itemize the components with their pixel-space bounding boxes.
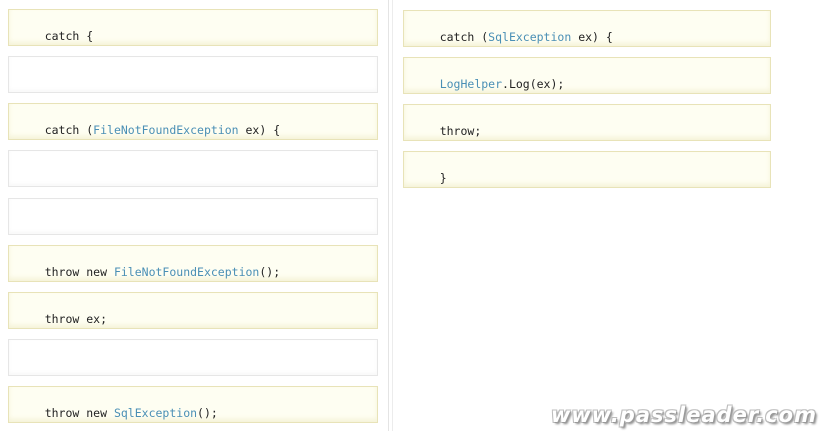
code-token: FileNotFoundException (93, 123, 239, 137)
code-token: catch ( (439, 30, 489, 44)
code-token: (); (197, 406, 218, 420)
answer-slot-2[interactable]: LogHelper.Log(ex); (403, 57, 771, 94)
answer-slot-4[interactable]: } (403, 151, 771, 188)
code-token: .Log(ex); (502, 77, 565, 91)
code-token: throw new (44, 265, 114, 279)
code-token: LogHelper (439, 77, 503, 91)
code-fragment-2[interactable] (8, 56, 378, 93)
code-token: catch { (44, 29, 94, 43)
code-token: SqlException (488, 30, 572, 44)
code-token: throw new (44, 406, 114, 420)
code-token: ex) { (571, 30, 613, 44)
code-fragment-3[interactable]: catch (FileNotFoundException ex) { (8, 103, 378, 140)
watermark-text: www.passleader.com (550, 403, 817, 427)
code-token: ex) { (238, 123, 281, 137)
code-token: } (439, 171, 447, 185)
answer-slot-3[interactable]: throw; (403, 104, 771, 141)
code-token: throw ex; (44, 312, 108, 326)
code-fragment-4[interactable] (8, 150, 378, 187)
code-fragment-8[interactable] (8, 339, 378, 376)
code-fragment-5[interactable] (8, 198, 378, 235)
source-code-panel: catch { catch (FileNotFoundException ex)… (0, 0, 389, 431)
code-token: (); (259, 265, 281, 279)
answer-slot-1[interactable]: catch (SqlException ex) { (403, 10, 771, 47)
code-token: throw; (439, 124, 482, 138)
code-token: catch ( (44, 123, 94, 137)
code-fragment-9[interactable]: throw new SqlException(); (8, 386, 378, 423)
code-token: FileNotFoundException (113, 265, 260, 279)
code-fragment-6[interactable]: throw new FileNotFoundException(); (8, 245, 378, 282)
code-fragment-1[interactable]: catch { (8, 9, 378, 46)
code-token: SqlException (113, 406, 198, 420)
answer-area-panel: catch (SqlException ex) { LogHelper.Log(… (392, 0, 829, 431)
code-fragment-7[interactable]: throw ex; (8, 292, 378, 329)
